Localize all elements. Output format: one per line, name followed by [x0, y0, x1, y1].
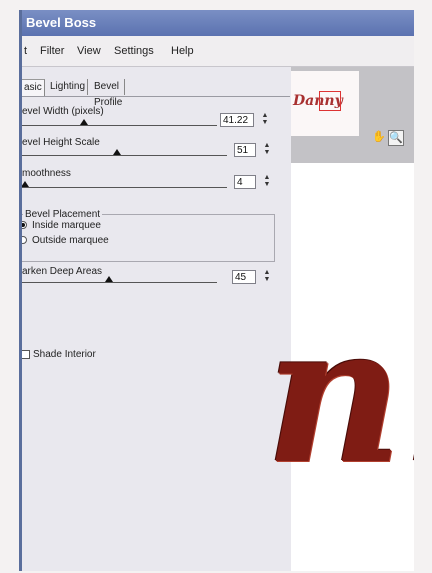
darken-deep-areas-label: arken Deep Areas	[22, 266, 103, 277]
bevel-height-label: evel Height Scale	[22, 137, 100, 148]
bevel-width-slider-thumb[interactable]	[79, 119, 88, 125]
bevel-height-slider-thumb[interactable]	[113, 149, 122, 155]
bevel-height-slider[interactable]	[22, 155, 227, 156]
tab-divider	[22, 96, 290, 97]
bevel-height-spinner[interactable]: ▲ ▼	[261, 142, 273, 158]
smoothness-spinner[interactable]: ▲ ▼	[261, 174, 273, 190]
navigator-thumbnail[interactable]: Danny	[291, 71, 359, 136]
inside-marquee-label: Inside marquee	[32, 220, 101, 231]
bevel-width-label: evel Width (pixels)	[22, 106, 104, 117]
hand-tool-icon[interactable]: ✋	[372, 130, 386, 144]
inside-marquee-radio[interactable]	[22, 221, 27, 229]
preview-area: Danny ✋ 🔍 nn	[265, 67, 414, 571]
menu-view[interactable]: View	[77, 36, 101, 66]
smoothness-slider[interactable]	[22, 187, 227, 188]
bevel-placement-group: Bevel Placement Inside marquee Outside m…	[22, 209, 275, 262]
outside-marquee-radio[interactable]	[22, 236, 27, 244]
bevel-width-spinner[interactable]: ▲ ▼	[259, 112, 271, 128]
bevel-boss-window: Bevel Boss t Filter View Settings Help a…	[19, 10, 414, 571]
thumbnail-selection-box[interactable]	[319, 91, 341, 111]
menu-filter[interactable]: Filter	[40, 36, 64, 66]
shade-interior-checkbox[interactable]	[22, 350, 30, 359]
bevel-placement-legend: Bevel Placement	[23, 209, 103, 220]
smoothness-label: moothness	[22, 168, 71, 179]
bevel-width-slider[interactable]	[22, 125, 217, 126]
window-title: Bevel Boss	[22, 10, 414, 36]
bevel-width-input[interactable]: 41.22	[220, 113, 254, 127]
shade-interior-label: Shade Interior	[33, 349, 96, 360]
darken-deep-areas-slider-thumb[interactable]	[104, 276, 113, 282]
darken-deep-areas-slider[interactable]	[22, 282, 217, 283]
smoothness-slider-thumb[interactable]	[22, 181, 29, 187]
tab-lighting[interactable]: Lighting	[48, 79, 89, 95]
outside-marquee-label: Outside marquee	[32, 235, 109, 246]
settings-panel: asic Lighting Bevel Profile evel Width (…	[22, 67, 292, 571]
preview-toolbar: Danny ✋ 🔍	[291, 67, 414, 163]
menu-bar: t Filter View Settings Help	[22, 36, 414, 67]
tab-basic[interactable]: asic	[22, 79, 45, 96]
darken-deep-areas-input[interactable]: 45	[232, 270, 256, 284]
smoothness-input[interactable]: 4	[234, 175, 256, 189]
menu-edit[interactable]: t	[24, 36, 27, 66]
menu-settings[interactable]: Settings	[114, 36, 154, 66]
bevel-height-input[interactable]: 51	[234, 143, 256, 157]
tab-bevel-profile[interactable]: Bevel Profile	[92, 79, 126, 108]
preview-canvas-text: nn	[265, 283, 414, 506]
zoom-tool-icon[interactable]: 🔍	[388, 130, 404, 146]
menu-help[interactable]: Help	[171, 36, 194, 66]
